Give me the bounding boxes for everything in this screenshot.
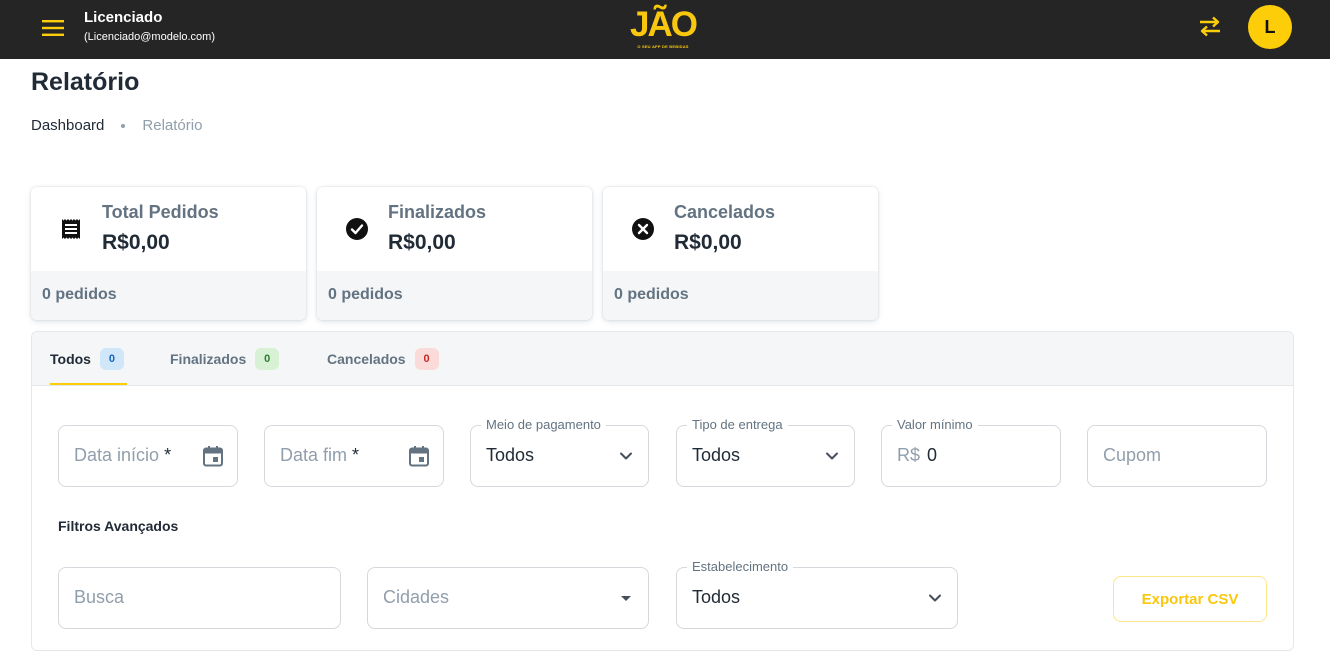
menu-icon[interactable] <box>40 15 66 41</box>
tab-count-badge: 0 <box>414 348 439 370</box>
tab-count-badge: 0 <box>255 348 280 370</box>
chevron-down-icon <box>925 588 945 608</box>
logo-tagline: O SEU APP DE BEBIDAS <box>637 44 689 49</box>
tab-bar: Todos 0 Finalizados 0 Cancelados 0 <box>32 332 1293 386</box>
delivery-type-value: Todos <box>692 445 741 465</box>
payment-method-select[interactable]: Meio de pagamento Todos <box>470 418 649 487</box>
tab-finalizados[interactable]: Finalizados 0 <box>170 332 280 386</box>
establishment-label: Estabelecimento <box>687 560 794 574</box>
top-app-bar: Licenciado (Licenciado@modelo.com) JÃO O… <box>0 0 1330 59</box>
card-value: R$0,00 <box>388 231 456 254</box>
cities-select[interactable]: Cidades <box>367 567 649 629</box>
card-label: Total Pedidos <box>102 202 219 222</box>
breadcrumb: Dashboard Relatório <box>31 117 202 134</box>
card-value: R$0,00 <box>102 231 170 254</box>
payment-method-label: Meio de pagamento <box>481 418 606 432</box>
card-footer-text: 0 pedidos <box>42 286 117 303</box>
export-csv-button[interactable]: Exportar CSV <box>1113 576 1267 622</box>
card-cancelados: Cancelados R$0,00 0 pedidos <box>603 187 878 320</box>
tab-active-indicator <box>50 383 127 385</box>
swap-arrows-icon[interactable] <box>1196 12 1224 40</box>
payment-method-value: Todos <box>486 445 535 465</box>
establishment-value: Todos <box>692 587 741 607</box>
min-value-input: 0 <box>927 445 938 465</box>
card-label: Cancelados <box>674 202 776 222</box>
card-value: R$0,00 <box>674 231 742 254</box>
caret-down-icon <box>616 588 636 608</box>
breadcrumb-dashboard[interactable]: Dashboard <box>31 117 104 134</box>
advanced-filters-title: Filtros Avançados <box>58 518 179 534</box>
breadcrumb-current: Relatório <box>142 117 203 134</box>
card-footer: 0 pedidos <box>31 271 306 320</box>
date-start-field[interactable]: Data início * <box>58 425 238 487</box>
min-value-label: Valor mínimo <box>892 418 978 432</box>
search-input[interactable]: Busca <box>58 567 341 629</box>
avatar[interactable]: L <box>1248 5 1292 49</box>
card-footer: 0 pedidos <box>317 271 592 320</box>
tab-label: Cancelados <box>327 351 406 367</box>
coupon-field[interactable]: Cupom <box>1087 425 1267 487</box>
min-value-field[interactable]: Valor mínimo R$ 0 <box>881 418 1061 487</box>
required-mark: * <box>164 445 172 465</box>
date-end-label: Data fim <box>280 445 348 465</box>
logo-text: JÃO <box>630 5 698 44</box>
tab-label: Todos <box>50 351 91 367</box>
date-start-label: Data início <box>74 445 160 465</box>
establishment-select[interactable]: Estabelecimento Todos <box>676 560 958 629</box>
calendar-icon[interactable] <box>407 444 431 468</box>
tab-cancelados[interactable]: Cancelados 0 <box>327 332 439 386</box>
tab-label: Finalizados <box>170 351 247 367</box>
chevron-down-icon <box>616 446 636 466</box>
card-footer-text: 0 pedidos <box>614 286 689 303</box>
tab-count-badge: 0 <box>99 348 124 370</box>
app-logo[interactable]: JÃO O SEU APP DE BEBIDAS <box>628 4 698 52</box>
user-name: Licenciado <box>84 9 163 26</box>
user-email: (Licenciado@modelo.com) <box>84 31 216 43</box>
card-total-pedidos: Total Pedidos R$0,00 0 pedidos <box>31 187 306 320</box>
card-footer: 0 pedidos <box>603 271 878 320</box>
date-end-field[interactable]: Data fim * <box>264 425 444 487</box>
required-mark: * <box>352 445 360 465</box>
date-end-placeholder: Data fim * <box>280 445 359 466</box>
chevron-down-icon <box>822 446 842 466</box>
coupon-placeholder: Cupom <box>1103 445 1162 465</box>
calendar-icon[interactable] <box>201 444 225 468</box>
date-start-placeholder: Data início * <box>74 445 171 466</box>
currency-prefix: R$ <box>897 445 921 465</box>
cancel-circle-icon <box>631 217 655 241</box>
card-finalizados: Finalizados R$0,00 0 pedidos <box>317 187 592 320</box>
cities-placeholder: Cidades <box>383 587 450 607</box>
card-label: Finalizados <box>388 202 487 222</box>
delivery-type-label: Tipo de entrega <box>687 418 788 432</box>
receipt-icon <box>59 217 83 241</box>
tab-todos[interactable]: Todos 0 <box>50 332 124 386</box>
card-footer-text: 0 pedidos <box>328 286 403 303</box>
page-title: Relatório <box>31 68 140 96</box>
search-placeholder: Busca <box>74 587 125 607</box>
breadcrumb-separator <box>121 123 126 128</box>
delivery-type-select[interactable]: Tipo de entrega Todos <box>676 418 855 487</box>
check-circle-icon <box>345 217 369 241</box>
